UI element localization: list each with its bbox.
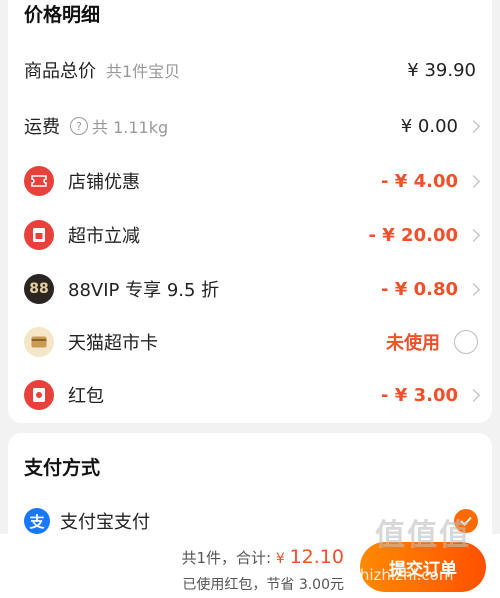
market-discount-label: 超市立减: [68, 226, 140, 247]
vip-discount-row[interactable]: 88 88VIP 专享 9.5 折 - ¥ 0.80: [8, 269, 492, 309]
red-packet-value: - ¥ 3.00: [381, 384, 458, 406]
shipping-weight: 共 1.11kg: [92, 118, 169, 137]
chevron-right-icon: [467, 388, 480, 402]
ticket-icon: [24, 166, 54, 196]
chevron-right-icon: [467, 119, 480, 133]
price-detail-title: 价格明细: [24, 4, 101, 26]
vip-discount-label: 88VIP 专享 9.5 折: [68, 280, 220, 301]
goods-total-row: 商品总价 共1件宝贝 ¥ 39.90: [8, 50, 492, 90]
shop-discount-row[interactable]: 店铺优惠 - ¥ 4.00: [8, 161, 492, 201]
shop-discount-value: - ¥ 4.00: [381, 170, 458, 192]
red-packet-icon: [24, 380, 54, 410]
red-packet-row[interactable]: 红包 - ¥ 3.00: [8, 375, 492, 415]
shipping-row[interactable]: 运费 ? 共 1.11kg ¥ 0.00: [8, 106, 492, 146]
total-amount: 12.10: [289, 546, 344, 568]
shop-discount-label: 店铺优惠: [68, 172, 140, 193]
chevron-right-icon: [467, 282, 480, 296]
shipping-value: ¥ 0.00: [400, 115, 458, 137]
red-envelope-jian-icon: [24, 220, 54, 250]
watermark-url: zhizhizhi.com: [352, 566, 454, 584]
goods-count: 共1件宝贝: [106, 62, 181, 81]
item-count: 共1件，: [181, 549, 237, 567]
market-card-label: 天猫超市卡: [68, 333, 158, 354]
goods-total-value: ¥ 39.90: [407, 59, 476, 81]
alipay-icon: 支: [24, 508, 50, 534]
market-card-radio[interactable]: [454, 330, 478, 354]
price-detail-card: 价格明细 商品总价 共1件宝贝 ¥ 39.90 运费 ? 共 1.11kg ¥ …: [8, 0, 492, 423]
question-icon[interactable]: ?: [70, 117, 88, 135]
alipay-label: 支付宝支付: [60, 512, 150, 533]
order-total: 共1件，合计: ¥ 12.10: [182, 546, 345, 568]
total-label: 合计:: [236, 549, 272, 567]
market-discount-value: - ¥ 20.00: [368, 224, 458, 246]
goods-total-label: 商品总价: [24, 61, 96, 82]
market-discount-row[interactable]: 超市立减 - ¥ 20.00: [8, 215, 492, 255]
saving-note: 已使用红包，节省 3.00元: [182, 577, 344, 593]
88vip-icon: 88: [24, 274, 54, 304]
watermark-logo: 值值值: [375, 518, 471, 553]
chevron-right-icon: [467, 228, 480, 242]
market-card-row[interactable]: 天猫超市卡 未使用: [8, 322, 492, 362]
market-card-status: 未使用: [386, 333, 440, 354]
currency-symbol: ¥: [275, 551, 285, 567]
shipping-label: 运费: [24, 117, 60, 138]
payment-method-title: 支付方式: [24, 457, 101, 479]
card-icon: [24, 327, 54, 357]
chevron-right-icon: [467, 174, 480, 188]
red-packet-label: 红包: [68, 386, 104, 407]
vip-discount-value: - ¥ 0.80: [381, 278, 458, 300]
